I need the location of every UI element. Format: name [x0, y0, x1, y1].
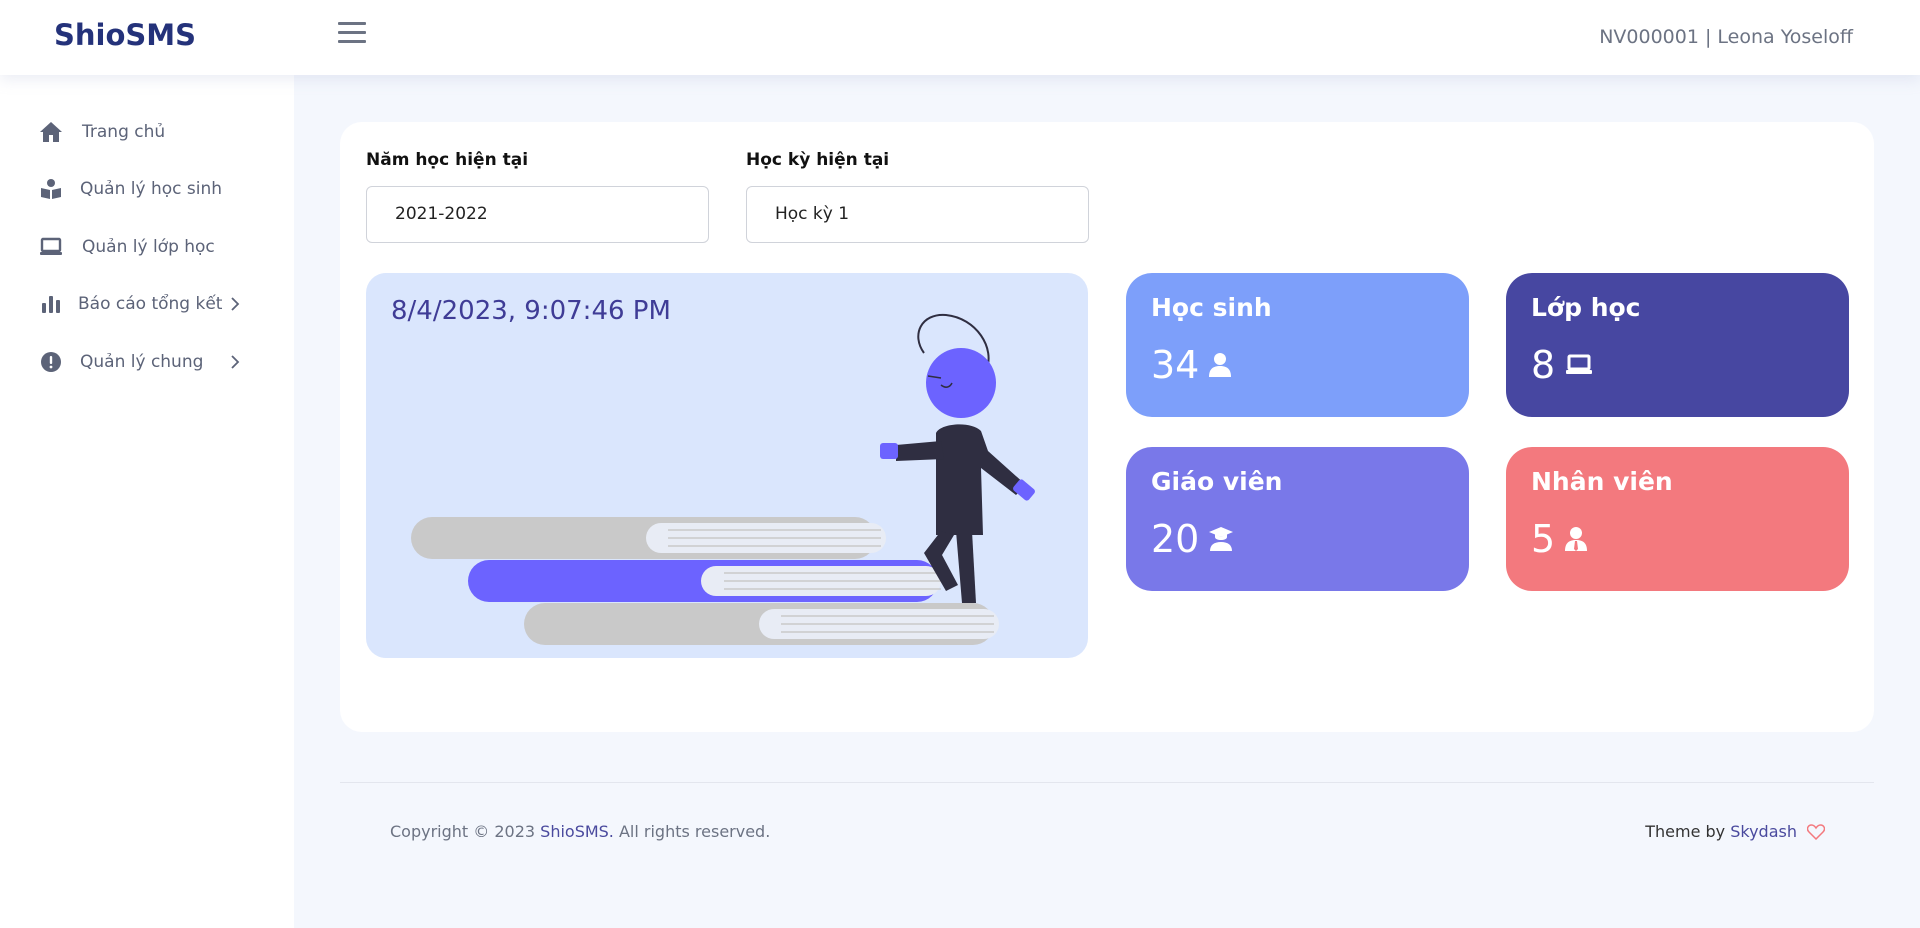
stat-value: 8 [1531, 343, 1556, 387]
sidebar-item-label: Quản lý học sinh [80, 179, 222, 199]
footer-copyright: Copyright © 2023 ShioSMS. All rights res… [390, 822, 770, 841]
dashboard-panel: Năm học hiện tại 2021-2022 Học kỳ hiện t… [340, 122, 1874, 732]
chevron-right-icon [226, 295, 244, 313]
semester-label: Học kỳ hiện tại [746, 150, 890, 170]
stat-card-classes[interactable]: Lớp học 8 [1506, 273, 1849, 417]
stat-card-students[interactable]: Học sinh 34 [1126, 273, 1469, 417]
chevron-right-icon [226, 353, 244, 371]
sidebar-item-general[interactable]: Quản lý chung [38, 347, 240, 377]
stat-title: Học sinh [1151, 293, 1272, 322]
sidebar-item-reports[interactable]: Báo cáo tổng kết [38, 289, 240, 319]
climbing-books-illustration [411, 313, 1035, 645]
home-icon [38, 119, 64, 145]
sidebar-item-label: Trang chủ [82, 122, 166, 142]
student-book-icon [38, 176, 64, 202]
user-icon [1209, 352, 1232, 378]
stat-value: 5 [1531, 517, 1556, 561]
sidebar-item-students[interactable]: Quản lý học sinh [38, 174, 222, 204]
copyright-prefix: Copyright © 2023 [390, 822, 541, 841]
sidebar-item-home[interactable]: Trang chủ [38, 117, 165, 147]
theme-prefix: Theme by [1645, 822, 1726, 841]
sidebar: Trang chủ Quản lý học sinh Quản lý lớp h… [0, 75, 294, 928]
menu-toggle-icon[interactable] [338, 22, 366, 46]
laptop-icon [38, 234, 64, 260]
welcome-illustration-card: 8/4/2023, 9:07:46 PM [366, 273, 1088, 658]
stat-value: 34 [1151, 343, 1200, 387]
sidebar-item-label: Báo cáo tổng kết [78, 294, 223, 314]
copyright-suffix: All rights reserved. [613, 822, 771, 841]
stat-title: Giáo viên [1151, 467, 1283, 496]
theme-link[interactable]: Skydash [1730, 822, 1797, 841]
stat-card-staff[interactable]: Nhân viên 5 [1506, 447, 1849, 591]
footer-theme-credit: Theme by Skydash [1645, 822, 1825, 841]
user-tie-icon [1565, 526, 1588, 552]
sidebar-item-label: Quản lý lớp học [82, 237, 215, 257]
stat-card-teachers[interactable]: Giáo viên 20 [1126, 447, 1469, 591]
school-year-label: Năm học hiện tại [366, 150, 529, 170]
copyright-brand-link[interactable]: ShioSMS. [540, 822, 614, 841]
bar-chart-icon [38, 291, 64, 317]
graduate-icon [1209, 526, 1234, 552]
current-datetime: 8/4/2023, 9:07:46 PM [391, 296, 671, 326]
stat-title: Lớp học [1531, 293, 1641, 322]
alert-circle-icon [38, 349, 64, 375]
heart-icon [1807, 823, 1825, 840]
semester-field[interactable]: Học kỳ 1 [746, 186, 1089, 243]
sidebar-item-label: Quản lý chung [80, 352, 204, 372]
stat-value: 20 [1151, 517, 1200, 561]
laptop-icon [1565, 354, 1593, 376]
brand-logo[interactable]: ShioSMS [54, 18, 196, 52]
school-year-field[interactable]: 2021-2022 [366, 186, 709, 243]
footer-divider [340, 782, 1874, 783]
sidebar-item-classes[interactable]: Quản lý lớp học [38, 232, 215, 262]
user-info[interactable]: NV000001 | Leona Yoseloff [1599, 26, 1853, 48]
top-navbar: ShioSMS NV000001 | Leona Yoseloff [0, 0, 1920, 75]
stat-title: Nhân viên [1531, 467, 1673, 496]
